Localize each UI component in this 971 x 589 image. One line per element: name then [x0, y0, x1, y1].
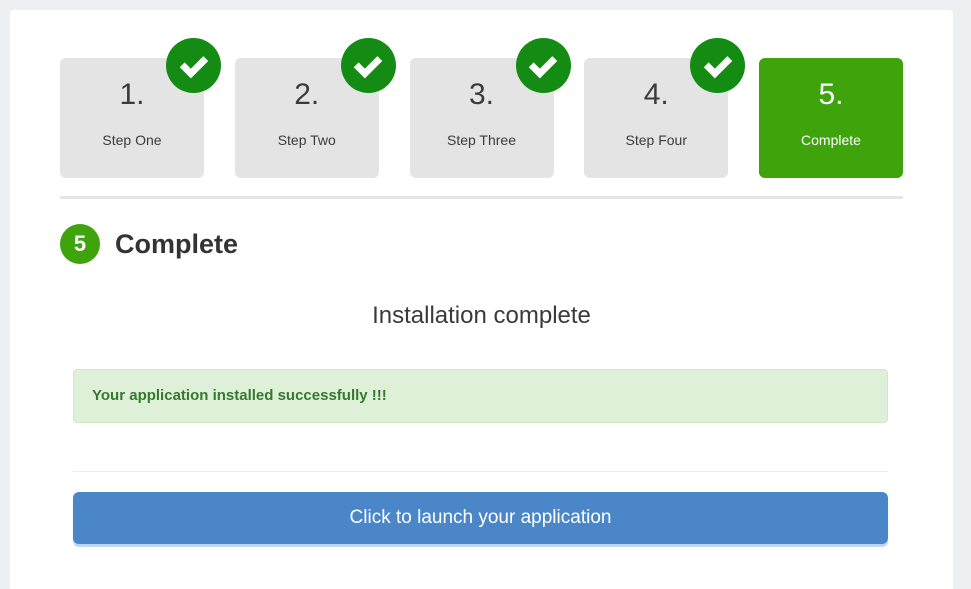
- check-icon: [166, 38, 221, 93]
- step-4[interactable]: 4. Step Four: [584, 58, 728, 178]
- step-5-active[interactable]: 5. Complete: [759, 58, 903, 178]
- check-icon: [179, 51, 209, 81]
- divider: [73, 471, 888, 472]
- step-2[interactable]: 2. Step Two: [235, 58, 379, 178]
- check-icon: [516, 38, 571, 93]
- check-icon: [703, 51, 733, 81]
- content-inner: Your application installed successfully …: [73, 369, 888, 544]
- launch-application-button[interactable]: Click to launch your application: [73, 492, 888, 544]
- step-3[interactable]: 3. Step Three: [410, 58, 554, 178]
- step-label: Step Three: [410, 132, 554, 148]
- check-icon: [528, 51, 558, 81]
- step-number-badge: 5: [60, 224, 100, 264]
- step-label: Complete: [759, 132, 903, 148]
- step-label: Step One: [60, 132, 204, 148]
- section-title: Complete: [115, 229, 238, 260]
- check-icon: [353, 51, 383, 81]
- section-header: 5 Complete: [60, 224, 903, 264]
- wizard-steps: 1. Step One 2. Step Two 3. Step Three: [60, 58, 903, 199]
- step-label: Step Two: [235, 132, 379, 148]
- success-alert: Your application installed successfully …: [73, 369, 888, 423]
- check-icon: [690, 38, 745, 93]
- check-icon: [341, 38, 396, 93]
- installation-complete-text: Installation complete: [60, 302, 903, 330]
- step-1[interactable]: 1. Step One: [60, 58, 204, 178]
- step-label: Step Four: [584, 132, 728, 148]
- step-number: 5.: [759, 80, 903, 110]
- install-wizard-card: 1. Step One 2. Step Two 3. Step Three: [10, 10, 953, 589]
